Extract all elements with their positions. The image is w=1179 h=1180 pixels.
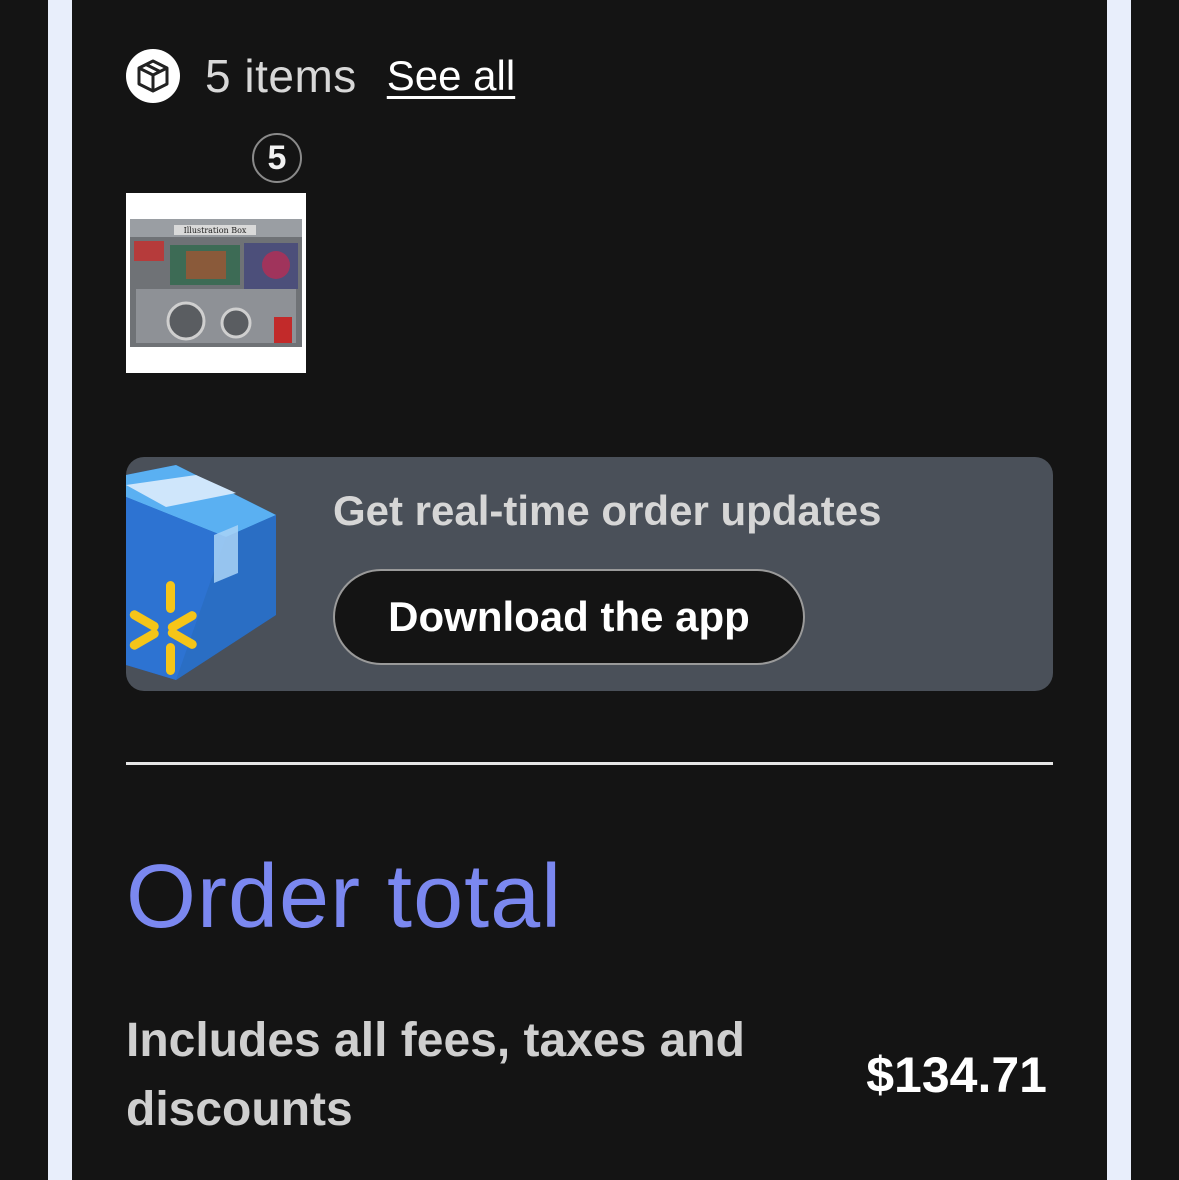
- quantity-badge: 5: [252, 133, 302, 183]
- box-icon: [126, 49, 180, 103]
- order-panel: 5 items See all 5 Illustration Box Get r…: [72, 0, 1107, 1180]
- items-count: 5 items: [205, 50, 357, 102]
- app-promo-banner: Get real-time order updates Download the…: [126, 457, 1053, 691]
- items-summary-row: 5 items See all: [126, 44, 515, 108]
- fees-note: Includes all fees, taxes and discounts: [126, 1014, 745, 1136]
- outer-background-left: [0, 0, 48, 1180]
- outer-background-right: [1131, 0, 1179, 1180]
- order-total-amount: $134.71: [866, 1047, 1047, 1103]
- right-rail: [1107, 0, 1131, 1180]
- walmart-box-icon: [126, 465, 276, 680]
- download-app-button[interactable]: Download the app: [333, 569, 805, 665]
- section-divider: [126, 762, 1053, 765]
- product-image-caption: Illustration Box: [184, 226, 247, 235]
- product-image: Illustration Box: [126, 193, 306, 373]
- left-rail: [48, 0, 72, 1180]
- promo-title: Get real-time order updates: [333, 487, 882, 534]
- see-all-link[interactable]: See all: [387, 52, 515, 100]
- order-total-heading: Order total: [126, 847, 563, 947]
- product-thumbnail[interactable]: Illustration Box: [126, 193, 306, 373]
